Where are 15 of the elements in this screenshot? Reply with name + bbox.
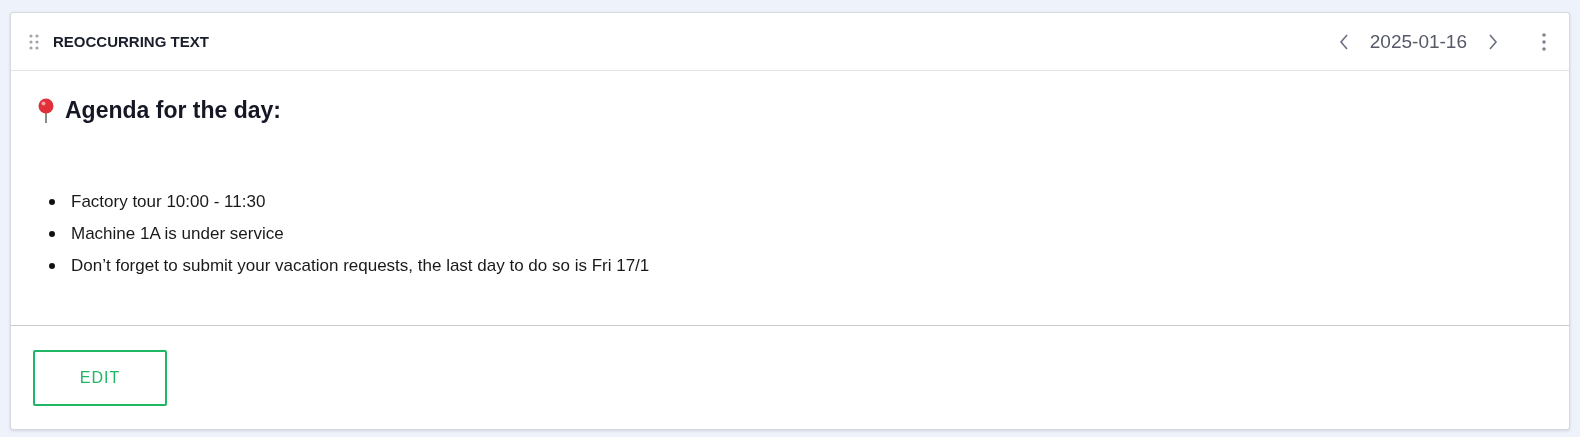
date-label: 2025-01-16 bbox=[1369, 30, 1467, 53]
more-icon bbox=[1541, 31, 1547, 52]
bullet-icon bbox=[49, 263, 55, 269]
drag-handle-icon[interactable] bbox=[29, 33, 39, 50]
chevron-right-icon bbox=[1487, 32, 1499, 51]
widget-title: REOCCURRING TEXT bbox=[53, 33, 210, 50]
agenda-item: Don’t forget to submit your vacation requests, the last day to do so is Fri 17/1 bbox=[71, 256, 650, 276]
agenda-item: Machine 1A is under service bbox=[71, 224, 284, 244]
edit-button[interactable]: EDIT bbox=[33, 349, 167, 406]
bullet-icon bbox=[49, 231, 55, 237]
agenda-item: Factory tour 10:00 - 11:30 bbox=[71, 192, 266, 212]
bullet-icon bbox=[49, 199, 55, 205]
pushpin-icon bbox=[37, 97, 55, 124]
chevron-left-icon bbox=[1337, 32, 1350, 51]
agenda-heading: Agenda for the day: bbox=[65, 97, 281, 124]
